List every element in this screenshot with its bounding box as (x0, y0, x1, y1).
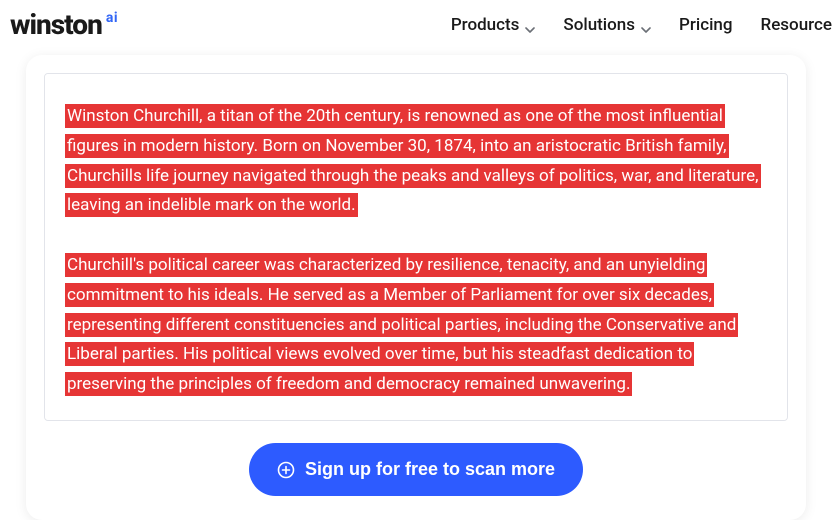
nav-products-label: Products (451, 15, 520, 35)
nav-solutions-label: Solutions (563, 15, 635, 35)
site-header: winston ai Products Solutions Pricing Re… (0, 0, 832, 49)
chevron-down-icon (641, 20, 651, 30)
logo-ai-text: ai (106, 10, 118, 26)
paragraph-2: Churchill's political career was charact… (65, 251, 767, 400)
nav-pricing-label: Pricing (679, 15, 733, 35)
signup-button[interactable]: Sign up for free to scan more (249, 443, 583, 496)
nav-solutions[interactable]: Solutions (563, 15, 651, 35)
main-panel: Winston Churchill, a titan of the 20th c… (26, 55, 806, 520)
scan-text-area[interactable]: Winston Churchill, a titan of the 20th c… (44, 73, 788, 421)
chevron-down-icon (525, 20, 535, 30)
nav-products[interactable]: Products (451, 15, 536, 35)
nav-resources-label: Resource (761, 15, 832, 35)
paragraph-1: Winston Churchill, a titan of the 20th c… (65, 102, 767, 221)
signup-button-label: Sign up for free to scan more (305, 459, 555, 480)
highlighted-text: Churchill's political career was charact… (65, 253, 738, 396)
nav-resources[interactable]: Resource (761, 15, 832, 35)
logo-main-text: winston (10, 8, 102, 41)
main-nav: Products Solutions Pricing Resource (451, 15, 832, 35)
plus-circle-icon (277, 461, 295, 479)
logo[interactable]: winston ai (10, 8, 118, 41)
highlighted-text: Winston Churchill, a titan of the 20th c… (65, 104, 761, 217)
nav-pricing[interactable]: Pricing (679, 15, 733, 35)
cta-wrap: Sign up for free to scan more (26, 443, 806, 496)
